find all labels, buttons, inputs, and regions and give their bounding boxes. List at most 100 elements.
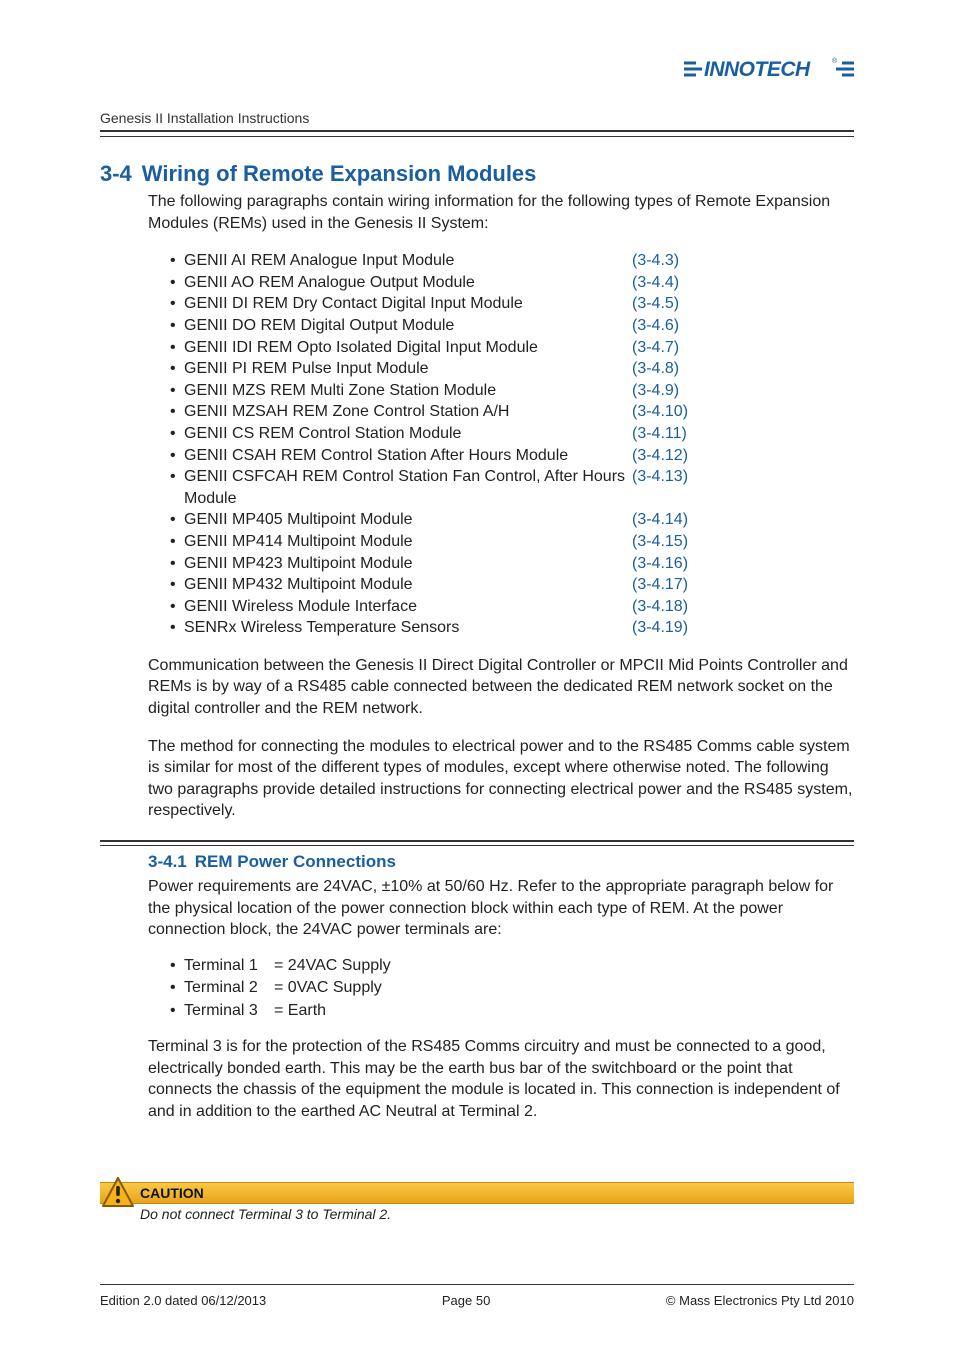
module-name: GENII AO REM Analogue Output Module	[184, 272, 632, 294]
section-intro: The following paragraphs contain wiring …	[148, 191, 854, 234]
module-ref-link[interactable]: (3-4.19)	[632, 617, 688, 639]
module-name: GENII MZS REM Multi Zone Station Module	[184, 380, 632, 402]
header-rule	[100, 130, 854, 137]
terminal-value: = Earth	[274, 1000, 326, 1022]
module-name: GENII CSFCAH REM Control Station Fan Con…	[184, 466, 632, 509]
terminal-row: •Terminal 2= 0VAC Supply	[170, 977, 854, 999]
footer-page: Page 50	[442, 1293, 490, 1308]
bullet-icon: •	[170, 315, 184, 337]
terminal-name: Terminal 1	[184, 955, 274, 977]
caution-block: CAUTION Do not connect Terminal 3 to Ter…	[100, 1182, 854, 1222]
bullet-icon: •	[170, 1000, 184, 1022]
module-name: SENRx Wireless Temperature Sensors	[184, 617, 632, 639]
caution-label: CAUTION	[140, 1185, 204, 1201]
bullet-icon: •	[170, 955, 184, 977]
module-ref-link[interactable]: (3-4.8)	[632, 358, 679, 380]
doc-header-text: Genesis II Installation Instructions	[100, 110, 854, 126]
bullet-icon: •	[170, 401, 184, 423]
module-row: •GENII CS REM Control Station Module(3-4…	[170, 423, 854, 445]
module-row: •GENII Wireless Module Interface(3-4.18)	[170, 596, 854, 618]
module-ref-link[interactable]: (3-4.14)	[632, 509, 688, 531]
subsection-heading: 3-4.1 REM Power Connections	[148, 852, 854, 872]
section-title: Wiring of Remote Expansion Modules	[142, 161, 537, 187]
footer-edition: Edition 2.0 dated 06/12/2013	[100, 1293, 266, 1308]
module-name: GENII MZSAH REM Zone Control Station A/H	[184, 401, 632, 423]
svg-text:®: ®	[832, 57, 838, 65]
page-footer: Edition 2.0 dated 06/12/2013 Page 50 © M…	[100, 1284, 854, 1308]
bullet-icon: •	[170, 358, 184, 380]
module-ref-link[interactable]: (3-4.7)	[632, 337, 679, 359]
terminal-value: = 24VAC Supply	[274, 955, 391, 977]
module-name: GENII MP414 Multipoint Module	[184, 531, 632, 553]
subsection-rule	[100, 840, 854, 846]
module-row: •GENII CSFCAH REM Control Station Fan Co…	[170, 466, 854, 509]
section-heading: 3-4 Wiring of Remote Expansion Modules	[100, 161, 854, 187]
module-row: •GENII MP405 Multipoint Module(3-4.14)	[170, 509, 854, 531]
module-ref-link[interactable]: (3-4.5)	[632, 293, 679, 315]
module-name: GENII MP432 Multipoint Module	[184, 574, 632, 596]
module-row: •GENII IDI REM Opto Isolated Digital Inp…	[170, 337, 854, 359]
module-row: •GENII CSAH REM Control Station After Ho…	[170, 445, 854, 467]
bullet-icon: •	[170, 445, 184, 467]
bullet-icon: •	[170, 272, 184, 294]
module-ref-link[interactable]: (3-4.4)	[632, 272, 679, 294]
subsection-number: 3-4.1	[148, 852, 187, 872]
terminal-name: Terminal 3	[184, 1000, 274, 1022]
brand-logo: INNOTECH ®	[684, 55, 854, 88]
module-ref-link[interactable]: (3-4.9)	[632, 380, 679, 402]
module-ref-link[interactable]: (3-4.10)	[632, 401, 688, 423]
module-ref-link[interactable]: (3-4.12)	[632, 445, 688, 467]
svg-text:INNOTECH: INNOTECH	[704, 58, 811, 81]
module-ref-link[interactable]: (3-4.13)	[632, 466, 688, 509]
bullet-icon: •	[170, 574, 184, 596]
bullet-icon: •	[170, 509, 184, 531]
module-name: GENII CSAH REM Control Station After Hou…	[184, 445, 632, 467]
module-name: GENII MP423 Multipoint Module	[184, 553, 632, 575]
module-name: GENII MP405 Multipoint Module	[184, 509, 632, 531]
module-row: •GENII DI REM Dry Contact Digital Input …	[170, 293, 854, 315]
bullet-icon: •	[170, 531, 184, 553]
bullet-icon: •	[170, 596, 184, 618]
bullet-icon: •	[170, 380, 184, 402]
bullet-icon: •	[170, 250, 184, 272]
caution-icon	[101, 1176, 135, 1213]
module-ref-link[interactable]: (3-4.15)	[632, 531, 688, 553]
terminal-value: = 0VAC Supply	[274, 977, 382, 999]
module-name: GENII DO REM Digital Output Module	[184, 315, 632, 337]
module-row: •GENII MP423 Multipoint Module(3-4.16)	[170, 553, 854, 575]
subsection-para-2: Terminal 3 is for the protection of the …	[148, 1036, 854, 1122]
module-name: GENII PI REM Pulse Input Module	[184, 358, 632, 380]
bullet-icon: •	[170, 466, 184, 509]
module-ref-link[interactable]: (3-4.16)	[632, 553, 688, 575]
caution-text: Do not connect Terminal 3 to Terminal 2.	[100, 1206, 854, 1222]
section-para-2: Communication between the Genesis II Dir…	[148, 655, 854, 720]
module-ref-link[interactable]: (3-4.18)	[632, 596, 688, 618]
module-row: •GENII AI REM Analogue Input Module(3-4.…	[170, 250, 854, 272]
module-ref-link[interactable]: (3-4.3)	[632, 250, 679, 272]
bullet-icon: •	[170, 423, 184, 445]
module-row: •GENII MZS REM Multi Zone Station Module…	[170, 380, 854, 402]
module-row: •GENII MP414 Multipoint Module(3-4.15)	[170, 531, 854, 553]
subsection-title: REM Power Connections	[195, 852, 396, 872]
bullet-icon: •	[170, 617, 184, 639]
footer-copyright: © Mass Electronics Pty Ltd 2010	[666, 1293, 854, 1308]
bullet-icon: •	[170, 553, 184, 575]
terminal-row: •Terminal 3= Earth	[170, 1000, 854, 1022]
module-row: •GENII MZSAH REM Zone Control Station A/…	[170, 401, 854, 423]
terminal-list: •Terminal 1= 24VAC Supply•Terminal 2= 0V…	[170, 955, 854, 1022]
module-list: •GENII AI REM Analogue Input Module(3-4.…	[170, 250, 854, 639]
subsection-para-1: Power requirements are 24VAC, ±10% at 50…	[148, 876, 854, 941]
module-ref-link[interactable]: (3-4.6)	[632, 315, 679, 337]
module-ref-link[interactable]: (3-4.17)	[632, 574, 688, 596]
bullet-icon: •	[170, 293, 184, 315]
module-row: •GENII MP432 Multipoint Module(3-4.17)	[170, 574, 854, 596]
section-number: 3-4	[100, 161, 132, 187]
bullet-icon: •	[170, 977, 184, 999]
module-name: GENII CS REM Control Station Module	[184, 423, 632, 445]
terminal-row: •Terminal 1= 24VAC Supply	[170, 955, 854, 977]
section-para-3: The method for connecting the modules to…	[148, 736, 854, 822]
module-row: •GENII PI REM Pulse Input Module(3-4.8)	[170, 358, 854, 380]
module-name: GENII AI REM Analogue Input Module	[184, 250, 632, 272]
module-name: GENII DI REM Dry Contact Digital Input M…	[184, 293, 632, 315]
module-ref-link[interactable]: (3-4.11)	[632, 423, 687, 445]
